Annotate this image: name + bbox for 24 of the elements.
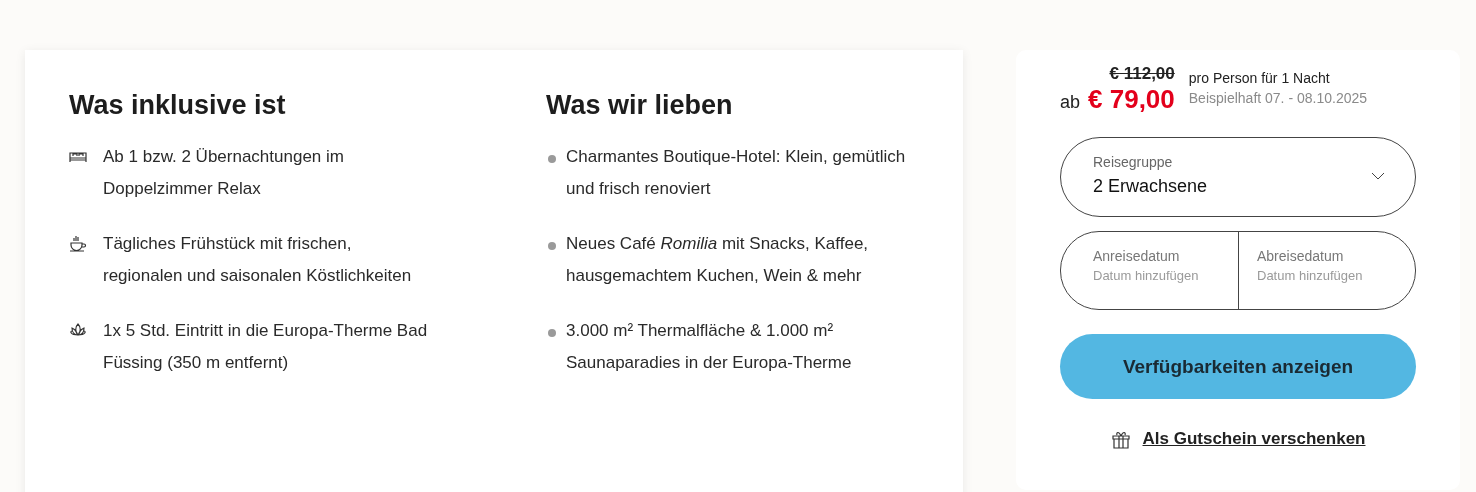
field-value: 2 Erwachsene xyxy=(1093,176,1208,197)
gift-icon xyxy=(1110,429,1131,449)
old-price: € 112,00 xyxy=(1109,64,1175,84)
gift-voucher-link[interactable]: Als Gutschein verschenken xyxy=(1142,429,1366,449)
bullet-icon xyxy=(548,155,556,163)
highlight-text: 3.000 m² Thermalfläche & 1.000 m² Saunaparadies in der Europa-Therme xyxy=(566,320,853,374)
feature-text: 1x 5 Std. Eintritt in die Europa-Therme Bad Füssing (350 m entfernt) xyxy=(103,320,429,374)
feature-text: Tägliches Frühstück mit frischen, regionalen und saisonalen Köstlichkeiten xyxy=(103,233,413,287)
section-heading: Was inklusive ist xyxy=(69,90,287,121)
price-note: pro Person für 1 Nacht xyxy=(1188,70,1331,86)
price-prefix: ab xyxy=(1060,92,1081,113)
highlight-text: Charmantes Boutique-Hotel: Klein, gemütlich und frisch renoviert xyxy=(566,146,907,200)
section-heading: Was wir lieben xyxy=(546,90,734,121)
availability-button[interactable]: Verfügbarkeiten anzeigen xyxy=(1060,334,1416,399)
highlight-text: Neues Café Romilia mit Snacks, Kaffee, hausgemachtem Kuchen, Wein & mehr xyxy=(566,233,870,287)
lotus-icon xyxy=(69,321,87,339)
example-dates: Beispielhaft 07. - 08.10.2025 xyxy=(1188,90,1368,106)
feature-text: Ab 1 bzw. 2 Übernachtungen im Doppelzimmer Relax xyxy=(103,146,345,200)
chevron-down-icon xyxy=(1371,172,1385,180)
bullet-icon xyxy=(548,329,556,337)
bullet-icon xyxy=(548,242,556,250)
coffee-cup-icon xyxy=(69,234,87,252)
field-label: Reisegruppe xyxy=(1093,154,1174,170)
price: € 79,00 xyxy=(1088,84,1175,115)
